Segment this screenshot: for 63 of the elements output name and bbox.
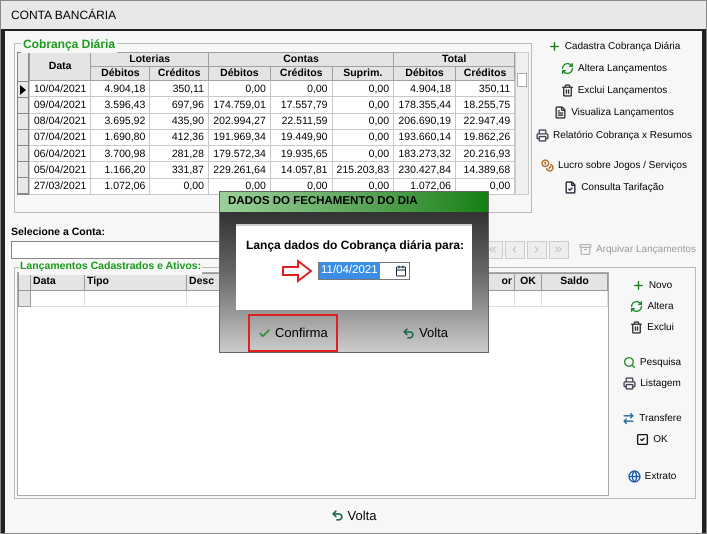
table-cell: 202.994,27 [208,113,270,130]
table-cell: 19.935,65 [270,146,332,162]
table-cell: 1.166,20 [90,162,150,178]
table-cell: 17.557,79 [270,96,332,114]
section-title: Lançamentos Cadastrados e Ativos: [19,258,202,274]
table-cell: 1.690,80 [90,129,150,146]
table-cell: 3.596,43 [90,96,150,114]
table-cell: 179.572,34 [208,146,270,162]
table-cell: 07/04/2021 [29,129,91,146]
column-group-header: Total [394,52,515,66]
table-cell: 229.261,64 [208,162,270,178]
table-cell: 3.695,92 [90,113,150,130]
table-cell: 22.511,59 [270,113,332,130]
table-cell: 0,00 [270,80,332,97]
table-cell: 14.057,81 [270,162,332,178]
column-header: Saldo [542,273,608,290]
table-cell: 19.449,90 [270,129,332,146]
table-cell: 281,28 [150,146,208,162]
table-cell: 178.355,44 [394,96,456,114]
table-cell: 183.273,32 [394,146,456,162]
table-cell: 0,00 [332,146,394,162]
table-cell: 0,00 [332,113,394,130]
table-cell: 1.072,06 [90,178,150,194]
column-header: Suprim. [332,66,394,80]
table-cell: 27/03/2021 [29,178,91,194]
table-cell: 4.904,18 [90,80,150,97]
table-cell: 697,96 [150,96,208,114]
dialog-title: DADOS DO FECHAMENTO DO DIA [220,192,488,212]
window-title: CONTA BANCÁRIA [1,1,706,31]
table-cell: 08/04/2021 [29,113,91,130]
column-header: Créditos [455,66,515,80]
table-cell: 3.700,98 [90,146,150,162]
table-cell: 0,00 [150,178,208,194]
table-cell: 0,00 [332,96,394,114]
table-cell: 193.660,14 [394,129,456,146]
table-cell: 215.203,83 [332,162,394,178]
table-cell: 0,00 [208,80,270,97]
table-cell: 0,00 [332,80,394,97]
table-cell: 191.969,34 [208,129,270,146]
table-cell: 331,87 [150,162,208,178]
table-cell: 10/04/2021 [29,80,91,97]
column-group-header: Loterias [90,52,208,66]
column-header: Créditos [150,66,208,80]
table-cell: 0,00 [332,129,394,146]
dialog-prompt: Lança dados do Cobrança diária para: [246,236,462,254]
table-cell: 174.759,01 [208,96,270,114]
column-header: OK [514,273,542,290]
column-header: Débitos [208,66,270,80]
column-header: Créditos [270,66,332,80]
table-cell: 230.427,84 [394,162,456,178]
table-cell: 412,36 [150,129,208,146]
column-group-header: Contas [208,52,394,66]
table-cell: 4.904,18 [394,80,456,97]
table-cell: 206.690,19 [394,113,456,130]
table-cell: 350,11 [150,80,208,97]
column-header: Débitos [394,66,456,80]
column-header: Data [29,52,91,80]
table-cell: 05/04/2021 [29,162,91,178]
column-header: Débitos [90,66,150,80]
table-cell: 435,90 [150,113,208,130]
table-cell: 06/04/2021 [29,146,91,162]
field-label: Selecione a Conta: [11,225,106,240]
table-cell: 09/04/2021 [29,96,91,114]
